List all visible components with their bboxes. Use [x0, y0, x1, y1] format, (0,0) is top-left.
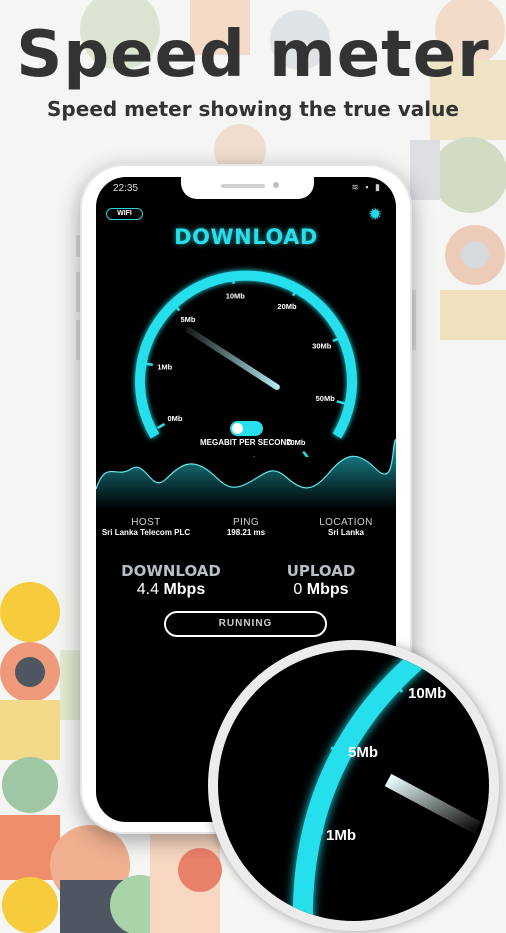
gauge-tick-label: 30Mb	[312, 342, 332, 351]
host-value: Sri Lanka Telecom PLC	[101, 528, 191, 537]
upload-speed: 0 Mbps	[251, 581, 391, 599]
host-info: HOST Sri Lanka Telecom PLC	[96, 517, 196, 537]
promo-subheadline: Speed meter showing the true value	[47, 97, 459, 121]
notch-speaker	[221, 184, 265, 188]
magnified-label-10mb: 10Mb	[408, 685, 446, 702]
phone-notch	[181, 177, 314, 199]
magnified-label-1mb: 1Mb	[326, 827, 356, 844]
unit-toggle[interactable]	[230, 421, 263, 436]
gauge-tick-label: 20Mb	[277, 302, 297, 311]
ping-label: PING	[232, 517, 260, 528]
host-label: HOST	[131, 517, 161, 528]
running-button[interactable]: RUNNING	[164, 611, 327, 637]
gauge-tick-label: 0Mb	[167, 414, 182, 423]
gauge-tick	[144, 362, 153, 366]
gauge-tick	[157, 422, 166, 430]
speed-waveform	[96, 439, 396, 509]
gauge-magnifier: 1Mb 5Mb 10Mb	[208, 640, 499, 931]
gauge-tick-label: 1Mb	[157, 362, 172, 371]
screen-title: DOWNLOAD	[174, 225, 318, 249]
location-info: LOCATION Sri Lanka	[296, 517, 396, 537]
download-speed: 4.4 Mbps	[101, 581, 241, 599]
notch-camera	[273, 182, 279, 188]
gauge-tick	[336, 400, 345, 405]
upload-unit: Mbps	[306, 581, 349, 598]
ping-info: PING 198.21 ms	[196, 517, 296, 537]
magnified-label-5mb: 5Mb	[348, 744, 378, 761]
download-label: DOWNLOAD	[121, 562, 221, 580]
upload-result: UPLOAD 0 Mbps	[251, 562, 391, 599]
status-time: 22:35	[113, 183, 139, 194]
status-icons: ≋ ▪ ▮	[351, 182, 382, 192]
gauge-needle	[185, 327, 280, 390]
download-unit: Mbps	[163, 581, 206, 598]
ping-value: 198.21 ms	[226, 528, 266, 537]
upload-value: 0	[293, 581, 303, 598]
location-label: LOCATION	[319, 517, 373, 528]
gauge-tick-label: 50Mb	[316, 394, 336, 403]
download-value: 4.4	[136, 581, 159, 598]
promo-headline: Speed meter	[16, 18, 490, 92]
waveform-fill	[96, 439, 396, 509]
gauge-tick	[231, 275, 235, 284]
magnified-tick	[307, 828, 324, 834]
location-value: Sri Lanka	[327, 528, 364, 537]
download-result: DOWNLOAD 4.4 Mbps	[101, 562, 241, 599]
magnified-gauge: 1Mb 5Mb 10Mb	[292, 650, 482, 921]
gauge-arc	[135, 270, 357, 439]
upload-label: UPLOAD	[286, 562, 356, 580]
gear-icon[interactable]: ✹	[368, 206, 382, 223]
gauge-tick-label: 10Mb	[226, 292, 246, 301]
wifi-badge[interactable]: WIFI	[106, 208, 143, 220]
gauge-tick-label: 5Mb	[181, 315, 196, 324]
toggle-knob	[232, 423, 243, 434]
magnified-needle	[384, 773, 482, 835]
